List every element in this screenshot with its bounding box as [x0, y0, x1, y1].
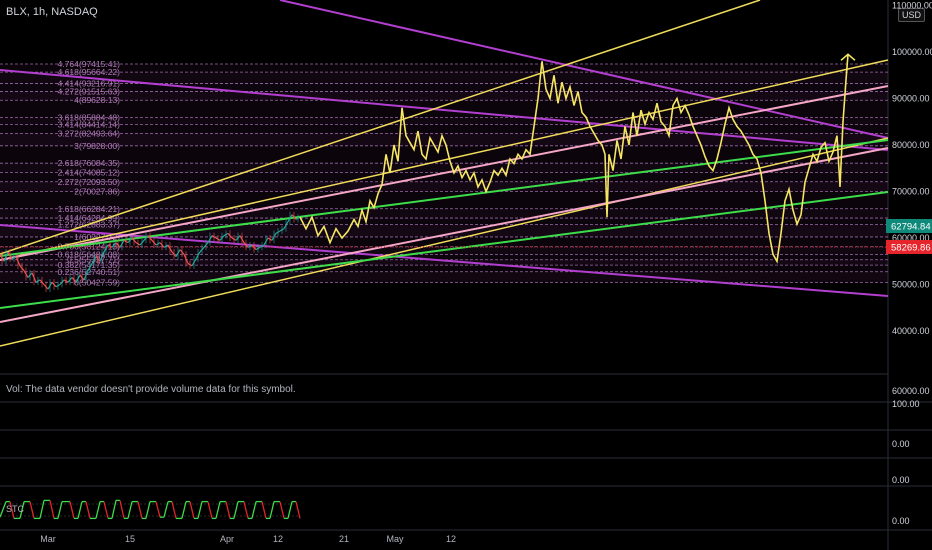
current-price-badge: 62794.84: [886, 219, 932, 233]
fib-level-label: 2.272(72093.50): [58, 177, 121, 187]
volume-note: Vol: The data vendor doesn't provide vol…: [6, 384, 296, 395]
fib-level-label: 4(89628.13): [74, 95, 120, 105]
stc-segment: [49, 500, 55, 519]
fib-zone: [0, 254, 888, 260]
fib-zone: [0, 117, 888, 125]
stc-label: STC: [6, 504, 24, 514]
price-axis-tick: 70000.00: [892, 187, 930, 197]
subpane-tick: 0.00: [892, 475, 910, 485]
stc-segment: [39, 500, 45, 519]
fib-zone: [0, 91, 888, 101]
subpane-tick: 100.00: [892, 399, 920, 409]
date-axis-tick: 15: [125, 534, 135, 544]
subpane-tick: 0.00: [892, 516, 910, 526]
date-axis-tick: 21: [339, 534, 349, 544]
price-axis-tick: 90000.00: [892, 94, 930, 104]
marker-price-value: 58269.86: [891, 243, 931, 254]
subpane-axis: 100.00 60000.00 0.00 0.00 0.00: [892, 386, 930, 526]
date-axis[interactable]: Mar 15 Apr 12 21 May 12: [40, 534, 456, 544]
stc-segment: [119, 500, 125, 519]
fib-zone: [0, 265, 888, 272]
stc-segment: [111, 500, 117, 519]
current-price-value: 62794.84: [891, 222, 931, 233]
date-axis-tick: Mar: [40, 534, 56, 544]
marker-price-badge: 58269.86: [886, 240, 932, 254]
fib-level-label: 2(70027.86): [74, 186, 120, 196]
date-axis-tick: May: [386, 534, 404, 544]
fib-zone: [0, 191, 888, 209]
date-axis-tick: 12: [273, 534, 283, 544]
fib-zone: [0, 218, 888, 225]
date-axis-tick: Apr: [220, 534, 234, 544]
fib-zone: [0, 124, 888, 134]
fib-zone: [0, 100, 888, 118]
fib-zone: [0, 64, 888, 73]
fib-zone: [0, 181, 888, 192]
fib-zone: [0, 271, 888, 283]
price-chart[interactable]: 100.00 60000.00 0.00 0.00 0.00 4.764(974…: [0, 0, 932, 550]
fib-zone: [0, 163, 888, 173]
price-axis-tick: 40000.00: [892, 326, 930, 336]
fib-level-label: 3.272(82493.64): [58, 128, 121, 138]
price-axis-tick: 100000.00: [892, 47, 932, 57]
fib-level-label: 3(79828.00): [74, 141, 120, 151]
stc-oscillator: [0, 499, 301, 520]
date-axis-tick: 12: [446, 534, 456, 544]
fib-level-label: 0(50427.59): [74, 278, 120, 288]
price-axis-tick: 50000.00: [892, 280, 930, 290]
price-axis-tick: 110000.00: [892, 1, 932, 11]
price-axis-tick: 80000.00: [892, 140, 930, 150]
subpane-tick: 0.00: [892, 439, 910, 449]
price-axis[interactable]: 110000.00 100000.00 90000.00 80000.00 70000.…: [892, 1, 932, 337]
subpane-tick: 60000.00: [892, 386, 930, 396]
